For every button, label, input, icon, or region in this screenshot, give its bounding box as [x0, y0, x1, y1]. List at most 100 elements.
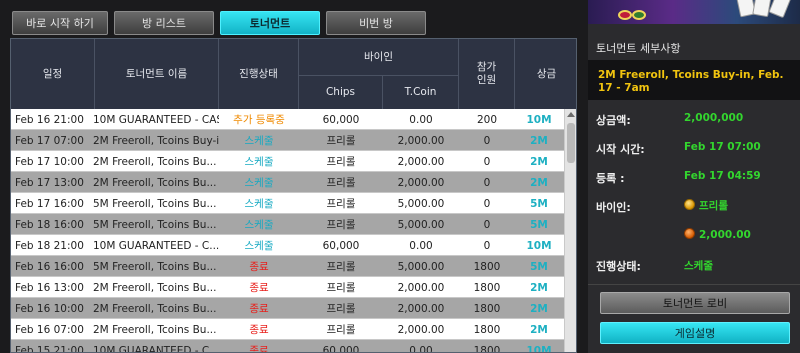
row-chips: 프리롤 — [326, 303, 356, 315]
row-chips: 60,000 — [322, 239, 360, 252]
registration-value: Feb 17 04:59 — [684, 170, 761, 182]
table-row[interactable]: Feb 17 16:00 5M Freeroll, Tcoins Bu... 스케줄… — [11, 193, 564, 214]
playing-card-icon — [768, 0, 792, 19]
poker-chip-icon — [632, 10, 646, 20]
status-value: 스케줄 — [684, 260, 713, 272]
promo-banner-image — [588, 0, 800, 24]
status-label: 진행상태: — [596, 260, 641, 273]
row-chips: 프리롤 — [326, 261, 356, 273]
row-tcoin: 5,000.00 — [397, 218, 445, 231]
table-row[interactable]: Feb 16 10:00 2M Freeroll, Tcoins Bu... 종료 프… — [11, 298, 564, 319]
row-status: 스케줄 — [244, 198, 274, 210]
table-row[interactable]: Feb 18 16:00 5M Freeroll, Tcoins Bu... 스케줄… — [11, 214, 564, 235]
scroll-thumb[interactable] — [567, 123, 575, 163]
row-chips: 프리롤 — [326, 156, 356, 168]
row-tcoin: 5,000.00 — [397, 197, 445, 210]
header-prize[interactable]: 상금 — [515, 39, 576, 109]
buyin-label: 바이인: — [596, 201, 631, 214]
table-scrollbar[interactable] — [564, 109, 576, 352]
row-tournament-name: 2M Freeroll, Tcoins Bu... — [93, 323, 217, 336]
row-tournament-name: 10M GUARANTEED - C... — [93, 344, 219, 353]
table-row[interactable]: Feb 15 21:00 10M GUARANTEED - C... 종료 60,00… — [11, 340, 564, 353]
tournament-lobby-button[interactable]: 토너먼트 로비 — [600, 292, 790, 314]
row-date: Feb 17 16:00 — [15, 197, 84, 210]
row-tcoin: 0.00 — [409, 113, 433, 126]
row-prize: 5M — [530, 260, 548, 273]
tab-bar: 바로 시작 하기 방 리스트 토너먼트 비번 방 — [12, 11, 426, 35]
row-tcoin: 5,000.00 — [397, 260, 445, 273]
table-row[interactable]: Feb 16 21:00 10M GUARANTEED - CASH 추가 등록중 6… — [11, 109, 564, 130]
scroll-up-icon[interactable] — [567, 112, 575, 117]
row-date: Feb 18 21:00 — [15, 239, 84, 252]
row-date: Feb 17 10:00 — [15, 155, 84, 168]
row-tcoin: 2,000.00 — [397, 155, 445, 168]
row-prize: 2M — [530, 155, 548, 168]
header-players[interactable]: 참가 인원 — [459, 39, 515, 109]
row-chips: 프리롤 — [326, 177, 356, 189]
row-tournament-name: 5M Freeroll, Tcoins Bu... — [93, 218, 217, 231]
row-tournament-name: 2M Freeroll, Tcoins Bu... — [93, 176, 217, 189]
row-chips: 프리롤 — [326, 135, 356, 147]
row-prize: 10M — [526, 239, 552, 252]
row-status: 종료 — [249, 261, 269, 273]
row-status: 스케줄 — [244, 240, 274, 252]
row-chips: 프리롤 — [326, 198, 356, 210]
row-players: 0 — [483, 134, 491, 147]
row-prize: 2M — [530, 176, 548, 189]
poker-chip-icon — [618, 10, 632, 20]
row-status: 스케줄 — [244, 135, 274, 147]
header-chips[interactable]: Chips — [299, 75, 383, 109]
registration-label: 등록 : — [596, 172, 625, 185]
start-time-value: Feb 17 07:00 — [684, 141, 761, 153]
row-date: Feb 15 21:00 — [15, 344, 84, 353]
row-players: 1800 — [473, 302, 501, 315]
tab-tournament[interactable]: 토너먼트 — [220, 11, 320, 35]
header-date[interactable]: 일정 — [11, 39, 95, 109]
row-tournament-name: 5M Freeroll, Tcoins Bu... — [93, 197, 217, 210]
row-tcoin: 2,000.00 — [397, 176, 445, 189]
row-tournament-name: 10M GUARANTEED - CASH — [93, 113, 219, 126]
tab-private-room[interactable]: 비번 방 — [326, 11, 426, 35]
tab-room-list[interactable]: 방 리스트 — [114, 11, 214, 35]
row-status: 스케줄 — [244, 219, 274, 231]
header-tcoin[interactable]: T.Coin — [383, 75, 459, 109]
table-body: Feb 16 21:00 10M GUARANTEED - CASH 추가 등록중 6… — [11, 109, 564, 353]
table-row[interactable]: Feb 17 10:00 2M Freeroll, Tcoins Bu... 스케줄… — [11, 151, 564, 172]
table-row[interactable]: Feb 16 07:00 2M Freeroll, Tcoins Bu... 종료 프… — [11, 319, 564, 340]
header-name[interactable]: 토너먼트 이름 — [95, 39, 219, 109]
table-row[interactable]: Feb 16 16:00 5M Freeroll, Tcoins Bu... 종료 프… — [11, 256, 564, 277]
header-status[interactable]: 진행상태 — [219, 39, 299, 109]
row-players: 1800 — [473, 281, 501, 294]
buyin-chips-text: 프리롤 — [699, 200, 728, 212]
row-chips: 60,000 — [322, 113, 360, 126]
table-row[interactable]: Feb 18 21:00 10M GUARANTEED - C... 스케줄 60,0… — [11, 235, 564, 256]
tab-quick-start[interactable]: 바로 시작 하기 — [12, 11, 108, 35]
row-date: Feb 16 07:00 — [15, 323, 84, 336]
row-chips: 60,000 — [322, 344, 360, 353]
row-tcoin: 2,000.00 — [397, 281, 445, 294]
row-chips: 프리롤 — [326, 324, 356, 336]
table-row[interactable]: Feb 17 13:00 2M Freeroll, Tcoins Bu... 스케줄… — [11, 172, 564, 193]
trophy-coin-icon — [684, 228, 695, 239]
table-row[interactable]: Feb 17 07:00 2M Freeroll, Tcoins Buy-in 스케… — [11, 130, 564, 151]
start-time-label: 시작 시간: — [596, 143, 645, 156]
row-date: Feb 16 13:00 — [15, 281, 84, 294]
row-date: Feb 16 16:00 — [15, 260, 84, 273]
row-prize: 5M — [530, 218, 548, 231]
tournament-screen: 바로 시작 하기 방 리스트 토너먼트 비번 방 일정 토너먼트 이름 진행상태… — [0, 0, 800, 353]
row-tournament-name: 2M Freeroll, Tcoins Bu... — [93, 155, 217, 168]
game-rules-button[interactable]: 게임설명 — [600, 322, 790, 344]
header-buyin: 바이인 — [299, 39, 459, 75]
row-players: 1800 — [473, 260, 501, 273]
row-tcoin: 2,000.00 — [397, 302, 445, 315]
row-players: 1800 — [473, 344, 501, 353]
row-chips: 프리롤 — [326, 219, 356, 231]
row-players: 0 — [483, 197, 491, 210]
row-date: Feb 18 16:00 — [15, 218, 84, 231]
row-prize: 2M — [530, 302, 548, 315]
selected-tournament-box: 2M Freeroll, Tcoins Buy-in, Feb. 17 - 7a… — [588, 60, 800, 100]
row-tournament-name: 2M Freeroll, Tcoins Bu... — [93, 281, 217, 294]
row-status: 종료 — [249, 303, 269, 315]
table-row[interactable]: Feb 16 13:00 2M Freeroll, Tcoins Bu... 종료 프… — [11, 277, 564, 298]
buyin-chips-value: 프리롤 — [684, 198, 728, 213]
